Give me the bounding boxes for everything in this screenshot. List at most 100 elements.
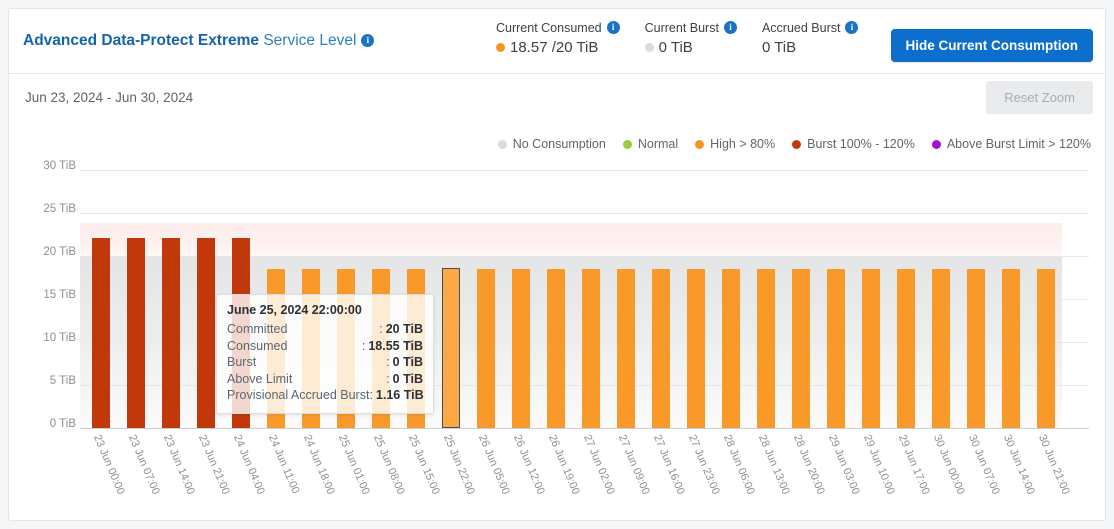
page-title-strong: Advanced Data-Protect Extreme [23,32,259,49]
header-metrics: Current Consumedi 18.57 /20 TiB Current … [496,21,858,56]
chart-legend: No Consumption Normal High > 80% Burst 100%… [498,137,1091,151]
tooltip-row-value: 0 TiB [393,371,423,388]
legend-color-icon [695,140,704,149]
legend-item[interactable]: Above Burst Limit > 120% [932,137,1091,151]
tooltip-row-key: Consumed [227,338,362,355]
consumption-chart: 0 TiB5 TiB10 TiB15 TiB20 TiB25 TiB30 TiB… [9,159,1106,521]
chart-bar[interactable] [932,269,950,428]
metric-label: Current Consumedi [496,21,620,35]
tooltip-row-separator: : [362,338,365,355]
chart-bar[interactable] [617,269,635,428]
x-axis-tick-label: 25 Jun 15:00 [406,433,442,496]
chart-bar[interactable] [967,269,985,428]
y-axis-tick-label: 10 TiB [43,332,76,344]
x-axis-tick-label: 29 Jun 10:00 [861,433,897,496]
info-icon[interactable]: i [361,34,374,47]
chart-bar[interactable] [197,238,215,428]
chart-bar[interactable] [1002,269,1020,428]
x-axis-tick-label: 23 Jun 21:00 [196,433,232,496]
info-icon[interactable]: i [607,21,620,34]
legend-label: No Consumption [513,137,606,151]
tooltip-row-separator: : [386,354,389,371]
tooltip-row: Committed:20 TiB [227,321,423,338]
legend-item[interactable]: Normal [623,137,678,151]
x-axis-tick-label: 27 Jun 16:00 [651,433,687,496]
chart-bar[interactable] [1037,269,1055,428]
tooltip-row-value: 18.55 TiB [368,338,423,355]
x-axis-line [80,428,1089,429]
chart-bar[interactable] [127,238,145,428]
chart-bar[interactable] [442,268,460,428]
x-axis-tick-label: 29 Jun 17:00 [896,433,932,496]
card-header: Advanced Data-Protect Extreme Service Le… [9,9,1105,74]
x-axis-tick-label: 28 Jun 06:00 [721,433,757,496]
chart-bar[interactable] [652,269,670,428]
metric-value: 0 TiB [762,39,796,56]
tooltip-row-key: Provisional Accrued Burst [227,387,369,404]
chart-bar[interactable] [162,238,180,428]
x-axis-tick-label: 23 Jun 07:00 [126,433,162,496]
x-axis-tick-label: 30 Jun 07:00 [966,433,1002,496]
metric-label: Current Bursti [645,21,737,35]
chart-bar[interactable] [582,269,600,428]
hide-current-consumption-button[interactable]: Hide Current Consumption [891,29,1094,62]
tooltip-row-value: 1.16 TiB [376,387,424,404]
x-axis-tick-label: 25 Jun 08:00 [371,433,407,496]
chart-bar[interactable] [547,269,565,428]
x-axis-tick-label: 26 Jun 19:00 [546,433,582,496]
chart-bar[interactable] [897,269,915,428]
info-icon[interactable]: i [724,21,737,34]
x-axis-tick-label: 23 Jun 14:00 [161,433,197,496]
legend-color-icon [498,140,507,149]
tooltip-row-value: 0 TiB [393,354,423,371]
page-title-light: Service Level [263,32,356,49]
legend-label: Above Burst Limit > 120% [947,137,1091,151]
chart-bar[interactable] [757,269,775,428]
chart-tooltip: June 25, 2024 22:00:00 Committed:20 TiBC… [216,294,434,414]
reset-zoom-button[interactable]: Reset Zoom [986,81,1093,114]
metric-current-consumed: Current Consumedi 18.57 /20 TiB [496,21,620,56]
y-axis-tick-label: 5 TiB [50,375,76,387]
legend-color-icon [623,140,632,149]
x-axis-tick-label: 30 Jun 00:00 [931,433,967,496]
status-dot-icon [645,43,654,52]
chart-bar[interactable] [92,238,110,428]
tooltip-rows: Committed:20 TiBConsumed:18.55 TiBBurst:… [227,321,423,404]
x-axis-labels: 23 Jun 00:0023 Jun 07:0023 Jun 14:0023 J… [80,433,1089,521]
tooltip-row-separator: : [369,387,372,404]
y-axis-tick-label: 20 TiB [43,246,76,258]
metric-value-row: 18.57 /20 TiB [496,39,620,56]
tooltip-row: Burst:0 TiB [227,354,423,371]
chart-bar[interactable] [477,269,495,428]
legend-item[interactable]: No Consumption [498,137,606,151]
x-axis-tick-label: 27 Jun 02:00 [581,433,617,496]
y-axis-tick-label: 25 TiB [43,203,76,215]
metric-value-row: 0 TiB [645,39,737,56]
chart-bar[interactable] [862,269,880,428]
x-axis-tick-label: 23 Jun 00:00 [91,433,127,496]
chart-bar[interactable] [792,269,810,428]
legend-item[interactable]: Burst 100% - 120% [792,137,915,151]
x-axis-tick-label: 26 Jun 12:00 [511,433,547,496]
x-axis-tick-label: 24 Jun 18:00 [301,433,337,496]
legend-label: Burst 100% - 120% [807,137,915,151]
tooltip-row-key: Above Limit [227,371,386,388]
tooltip-row: Above Limit:0 TiB [227,371,423,388]
chart-subheader: Jun 23, 2024 - Jun 30, 2024 Reset Zoom [9,74,1105,119]
x-axis-tick-label: 25 Jun 01:00 [336,433,372,496]
chart-bar[interactable] [687,269,705,428]
x-axis-tick-label: 28 Jun 13:00 [756,433,792,496]
date-range-label: Jun 23, 2024 - Jun 30, 2024 [25,90,193,105]
service-level-card: Advanced Data-Protect Extreme Service Le… [8,8,1106,521]
x-axis-tick-label: 27 Jun 09:00 [616,433,652,496]
page-title: Advanced Data-Protect Extreme Service Le… [23,32,374,50]
x-axis-tick-label: 26 Jun 05:00 [476,433,512,496]
legend-item[interactable]: High > 80% [695,137,775,151]
chart-bar[interactable] [827,269,845,428]
x-axis-tick-label: 27 Jun 23:00 [686,433,722,496]
metric-current-burst: Current Bursti 0 TiB [645,21,737,56]
chart-bar[interactable] [722,269,740,428]
chart-bar[interactable] [512,269,530,428]
info-icon[interactable]: i [845,21,858,34]
legend-color-icon [792,140,801,149]
